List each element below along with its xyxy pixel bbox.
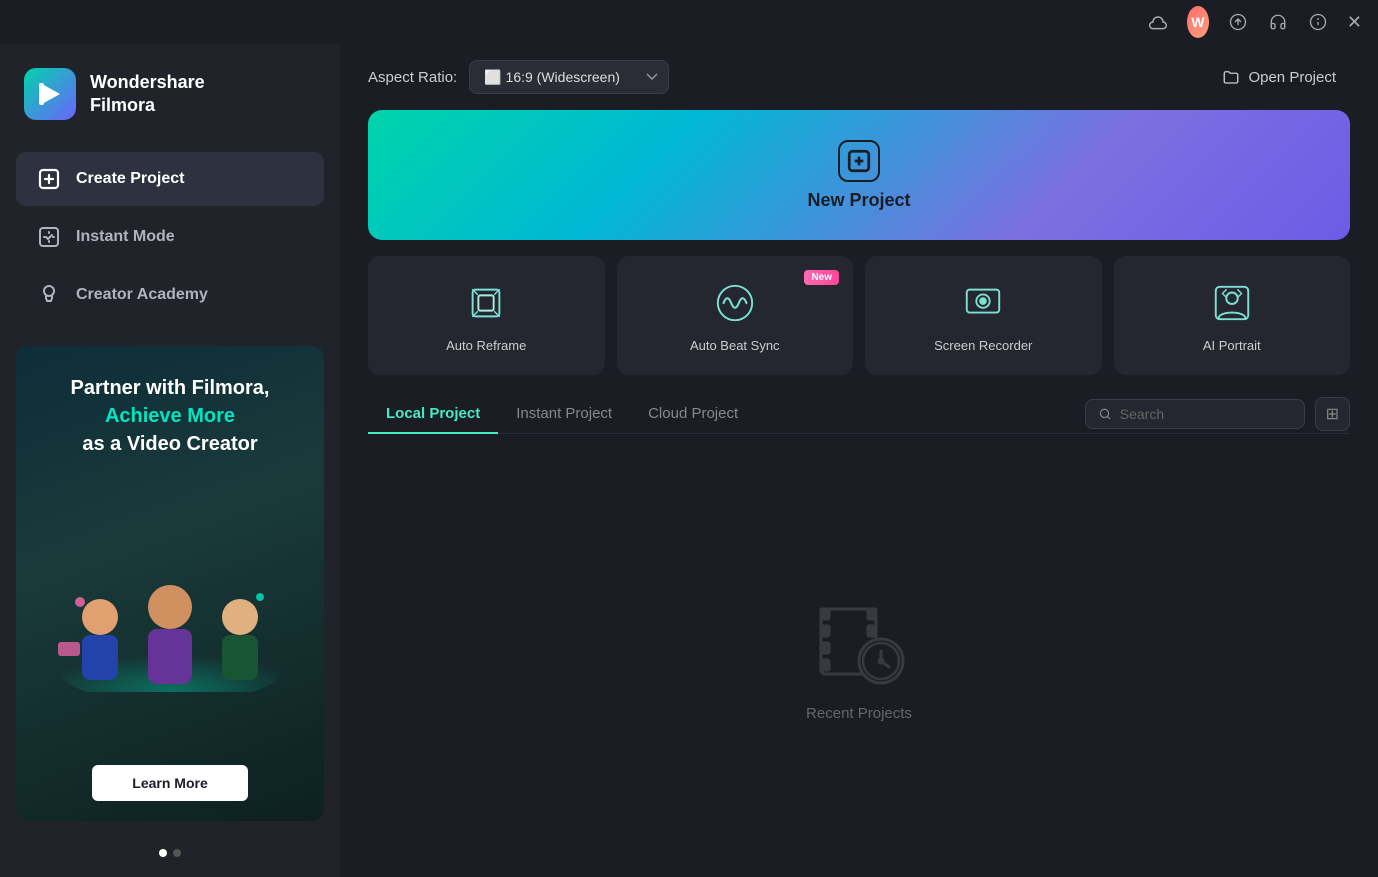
tile-auto-beat-sync-label: Auto Beat Sync: [690, 338, 780, 353]
filmora-logo-icon: [24, 68, 76, 120]
banner-dots: [0, 849, 340, 857]
banner-people-graphic: [36, 532, 304, 692]
sidebar-item-label-instant: Instant Mode: [76, 228, 175, 246]
info-icon[interactable]: [1307, 11, 1329, 33]
sidebar-item-create-project[interactable]: Create Project: [16, 152, 324, 206]
sidebar-item-label-academy: Creator Academy: [76, 286, 208, 304]
sidebar-banner: Partner with Filmora, Achieve More as a …: [16, 346, 324, 821]
tile-ai-portrait[interactable]: AI Portrait: [1114, 256, 1351, 375]
titlebar: W ✕: [0, 0, 1378, 44]
plus-square-icon: [36, 166, 62, 192]
avatar-icon[interactable]: W: [1187, 11, 1209, 33]
project-tabs: Local Project Instant Project Cloud Proj…: [368, 395, 756, 433]
tabs-right: ⊞: [1085, 397, 1350, 431]
bulb-icon: [36, 282, 62, 308]
tab-instant-project[interactable]: Instant Project: [498, 395, 630, 434]
main-container: Wondershare Filmora Create Project: [0, 44, 1378, 877]
instant-icon: [36, 224, 62, 250]
beat-sync-icon: [710, 278, 760, 328]
logo-area: Wondershare Filmora: [0, 44, 340, 152]
dot-2[interactable]: [173, 849, 181, 857]
ai-portrait-icon: [1207, 278, 1257, 328]
folder-icon: [1222, 68, 1240, 86]
search-icon: [1098, 406, 1112, 422]
search-input[interactable]: [1120, 406, 1292, 422]
cloud-icon[interactable]: [1147, 11, 1169, 33]
learn-more-button[interactable]: Learn More: [92, 765, 247, 801]
new-project-banner[interactable]: New Project: [368, 110, 1350, 240]
aspect-ratio-label: Aspect Ratio:: [368, 69, 457, 86]
sidebar-nav: Create Project Instant Mode: [0, 152, 340, 322]
aspect-ratio-area: Aspect Ratio: ⬜ 16:9 (Widescreen) 4:3 (S…: [368, 60, 669, 94]
recent-projects-icon: [809, 589, 909, 689]
new-badge: New: [804, 270, 839, 285]
tile-auto-reframe-label: Auto Reframe: [446, 338, 526, 353]
sidebar-item-instant-mode[interactable]: Instant Mode: [16, 210, 324, 264]
tile-auto-reframe[interactable]: Auto Reframe: [368, 256, 605, 375]
tile-auto-beat-sync[interactable]: New Auto Beat Sync: [617, 256, 854, 375]
tab-local-project[interactable]: Local Project: [368, 395, 498, 434]
screen-record-icon: [958, 278, 1008, 328]
main-content: Aspect Ratio: ⬜ 16:9 (Widescreen) 4:3 (S…: [340, 44, 1378, 877]
topbar: Aspect Ratio: ⬜ 16:9 (Widescreen) 4:3 (S…: [340, 44, 1378, 110]
feature-tiles: Auto Reframe New Auto Beat Sync: [368, 256, 1350, 375]
search-box: [1085, 399, 1305, 429]
aspect-ratio-select[interactable]: ⬜ 16:9 (Widescreen) 4:3 (Standard) 1:1 (…: [469, 60, 669, 94]
grid-toggle-button[interactable]: ⊞: [1315, 397, 1350, 431]
tabs-bar: Local Project Instant Project Cloud Proj…: [368, 395, 1350, 434]
empty-state: Recent Projects: [368, 434, 1350, 877]
banner-text: Partner with Filmora, Achieve More as a …: [71, 374, 270, 458]
project-section: Local Project Instant Project Cloud Proj…: [368, 395, 1350, 877]
reframe-icon: [461, 278, 511, 328]
dot-1[interactable]: [159, 849, 167, 857]
recent-projects-label: Recent Projects: [806, 705, 912, 722]
logo-text: Wondershare Filmora: [90, 71, 205, 118]
tile-ai-portrait-label: AI Portrait: [1203, 338, 1261, 353]
close-icon[interactable]: ✕: [1347, 12, 1362, 33]
sidebar: Wondershare Filmora Create Project: [0, 44, 340, 877]
sidebar-item-label-create: Create Project: [76, 170, 185, 188]
upload-icon[interactable]: [1227, 11, 1249, 33]
open-project-button[interactable]: Open Project: [1208, 60, 1350, 94]
new-project-icon: [838, 140, 880, 182]
tab-cloud-project[interactable]: Cloud Project: [630, 395, 756, 434]
sidebar-item-creator-academy[interactable]: Creator Academy: [16, 268, 324, 322]
new-project-label: New Project: [807, 190, 910, 211]
tile-screen-recorder[interactable]: Screen Recorder: [865, 256, 1102, 375]
headphones-icon[interactable]: [1267, 11, 1289, 33]
tile-screen-recorder-label: Screen Recorder: [934, 338, 1032, 353]
